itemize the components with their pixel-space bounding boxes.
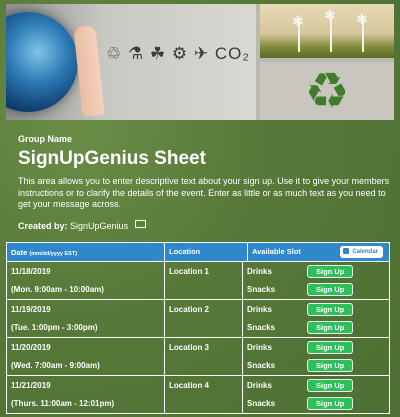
header-location: Location xyxy=(164,243,247,261)
slot-item: Drinks Sign Up xyxy=(243,340,389,354)
location-cell: Location 2 xyxy=(164,300,242,337)
wind-turbines-image: ✱ ✱ ✱ xyxy=(260,4,394,58)
sign-up-button[interactable]: Sign Up xyxy=(307,359,354,373)
earth-globe-image xyxy=(6,12,78,112)
slot-cell: Drinks Sign Up Snacks Sign Up xyxy=(242,338,389,375)
row-date: 11/19/2019 xyxy=(11,304,51,314)
sign-up-button[interactable]: Sign Up xyxy=(307,302,354,316)
created-by: Created by: SignUpGenius xyxy=(18,220,146,231)
slot-name: Snacks xyxy=(247,399,276,409)
sign-up-button[interactable]: Sign Up xyxy=(307,264,354,278)
slot-name: Drinks xyxy=(247,266,272,276)
header-slot: Available Slot Calendar xyxy=(247,243,389,261)
slot-cell: Drinks Sign Up Snacks Sign Up xyxy=(242,376,389,413)
sign-up-button[interactable]: Sign Up xyxy=(307,378,354,392)
slot-cell: Drinks Sign Up Snacks Sign Up xyxy=(242,300,389,337)
slot-item: Drinks Sign Up xyxy=(243,302,389,316)
slot-item: Snacks Sign Up xyxy=(243,397,389,411)
slot-name: Drinks xyxy=(247,304,272,314)
slot-item: Snacks Sign Up xyxy=(243,359,389,373)
location-cell: Location 3 xyxy=(164,338,242,375)
table-row: 11/18/2019 (Mon. 9:00am - 10:00am) Locatio… xyxy=(7,262,389,300)
calendar-icon xyxy=(343,248,350,254)
header-date: Date (mm/dd/yyyy EST) xyxy=(11,247,78,257)
slot-name: Snacks xyxy=(247,323,276,333)
sign-up-button[interactable]: Sign Up xyxy=(307,283,354,297)
group-name: Group Name xyxy=(18,134,73,144)
table-row: 11/21/2019 (Thurs. 11:00am - 12:01pm) Loca… xyxy=(7,376,389,413)
signup-table: Date (mm/dd/yyyy EST) Location Available… xyxy=(6,242,390,414)
eco-collage-image: ♲ ⚗ ☘ ⚙ ✈ CO₂ xyxy=(6,4,256,120)
slot-name: Snacks xyxy=(247,285,276,295)
row-time: (Wed. 7:00am - 9:00am) xyxy=(11,361,100,371)
sign-up-button[interactable]: Sign Up xyxy=(307,340,354,354)
calendar-button[interactable]: Calendar xyxy=(340,246,383,258)
eco-doodles: ♲ ⚗ ☘ ⚙ ✈ CO₂ xyxy=(106,44,250,63)
table-header: Date (mm/dd/yyyy EST) Location Available… xyxy=(7,243,389,262)
date-cell: 11/19/2019 (Tue. 1:00pm - 3:00pm) xyxy=(7,300,164,337)
row-time: (Mon. 9:00am - 10:00am) xyxy=(11,285,104,295)
created-by-name: SignUpGenius xyxy=(70,221,129,231)
description-text: This area allows you to enter descriptiv… xyxy=(18,176,390,209)
row-date: 11/20/2019 xyxy=(11,342,51,352)
slot-item: Drinks Sign Up xyxy=(243,378,389,392)
slot-cell: Drinks Sign Up Snacks Sign Up xyxy=(242,262,389,299)
hand-image xyxy=(73,25,105,117)
sign-up-button[interactable]: Sign Up xyxy=(307,397,354,411)
slot-name: Snacks xyxy=(247,361,276,371)
slot-name: Drinks xyxy=(247,380,272,390)
table-row: 11/20/2019 (Wed. 7:00am - 9:00am) Location… xyxy=(7,338,389,376)
slot-item: Snacks Sign Up xyxy=(243,283,389,297)
location-cell: Location 1 xyxy=(164,262,242,299)
date-cell: 11/21/2019 (Thurs. 11:00am - 12:01pm) xyxy=(7,376,164,413)
slot-item: Snacks Sign Up xyxy=(243,321,389,335)
recycle-symbol-image: ♻ xyxy=(260,62,394,120)
row-date: 11/21/2019 xyxy=(11,380,51,390)
row-date: 11/18/2019 xyxy=(11,266,51,276)
page-title: SignUpGenius Sheet xyxy=(18,148,206,169)
date-cell: 11/20/2019 (Wed. 7:00am - 9:00am) xyxy=(7,338,164,375)
location-cell: Location 4 xyxy=(164,376,242,413)
row-time: (Thurs. 11:00am - 12:01pm) xyxy=(11,399,115,409)
slot-item: Drinks Sign Up xyxy=(243,264,389,278)
slot-name: Drinks xyxy=(247,342,272,352)
recycle-icon: ♻ xyxy=(304,63,350,119)
email-icon[interactable] xyxy=(134,220,146,228)
row-time: (Tue. 1:00pm - 3:00pm) xyxy=(11,323,98,333)
header-banner: ♲ ⚗ ☘ ⚙ ✈ CO₂ ✱ ✱ ✱ ♻ xyxy=(6,4,394,120)
table-row: 11/19/2019 (Tue. 1:00pm - 3:00pm) Location… xyxy=(7,300,389,338)
date-format-note: (mm/dd/yyyy EST) xyxy=(29,250,78,257)
created-by-label: Created by: xyxy=(18,221,68,231)
date-cell: 11/18/2019 (Mon. 9:00am - 10:00am) xyxy=(7,262,164,299)
sign-up-button[interactable]: Sign Up xyxy=(307,321,354,335)
